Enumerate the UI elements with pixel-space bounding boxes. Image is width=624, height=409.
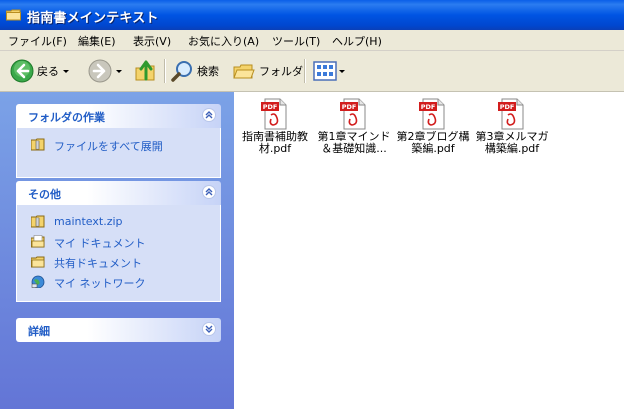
other-places-body: maintext.zip マイ ドキュメント 共有ドキュメント マイ ネットワー… xyxy=(16,205,221,302)
up-folder-button[interactable] xyxy=(134,58,158,84)
svg-text:PDF: PDF xyxy=(421,103,436,111)
folder-tasks-title: フォルダの作業 xyxy=(28,111,105,124)
file-item[interactable]: PDF 指南書補助教材.pdf xyxy=(235,98,315,155)
pdf-icon: PDF xyxy=(419,98,445,130)
file-item[interactable]: PDF 第3章メルマガ構築編.pdf xyxy=(472,98,552,155)
pdf-icon: PDF xyxy=(340,98,366,130)
expand-chevron-icon[interactable] xyxy=(202,322,216,336)
window-title: 指南書メインテキスト xyxy=(27,11,159,26)
folder-tasks-header[interactable]: フォルダの作業 xyxy=(16,104,221,128)
views-button[interactable] xyxy=(313,58,345,84)
place-label: maintext.zip xyxy=(54,215,123,228)
details-panel: 詳細 xyxy=(16,318,221,342)
title-bar[interactable]: 指南書メインテキスト xyxy=(0,0,624,30)
folder-tasks-body: ファイルをすべて展開 xyxy=(16,128,221,178)
toolbar: 戻る 検索 フォルダ xyxy=(0,51,624,92)
file-item[interactable]: PDF 第1章マインド＆基礎知識... xyxy=(314,98,394,155)
other-places-panel: その他 maintext.zip マイ ドキュメント 共有ドキュメント マイ ネ… xyxy=(16,181,221,302)
menu-help[interactable]: ヘルプ(H) xyxy=(332,33,382,49)
menu-bar: ファイル(F) 編集(E) 表示(V) お気に入り(A) ツール(T) ヘルプ(… xyxy=(0,30,624,51)
folder-icon xyxy=(6,9,21,21)
other-places-title: その他 xyxy=(28,188,61,201)
task-pane: フォルダの作業 ファイルをすべて展開 その他 maintext.zip マイ ド… xyxy=(0,92,234,409)
place-label: マイ ネットワーク xyxy=(54,277,146,290)
shared-documents-icon xyxy=(31,256,45,268)
place-shared-documents[interactable]: 共有ドキュメント xyxy=(17,251,220,271)
toolbar-separator xyxy=(164,59,166,83)
place-maintext-zip[interactable]: maintext.zip xyxy=(17,211,220,231)
svg-text:PDF: PDF xyxy=(342,103,357,111)
file-name: 第3章メルマガ構築編.pdf xyxy=(475,131,549,155)
toolbar-separator xyxy=(304,59,306,83)
task-extract-all[interactable]: ファイルをすべて展開 xyxy=(17,134,220,154)
search-icon xyxy=(171,61,192,82)
details-header[interactable]: 詳細 xyxy=(16,318,221,342)
svg-text:PDF: PDF xyxy=(263,103,278,111)
place-label: 共有ドキュメント xyxy=(54,257,142,270)
folders-label: フォルダ xyxy=(259,65,303,78)
menu-view[interactable]: 表示(V) xyxy=(133,33,171,49)
pdf-icon: PDF xyxy=(261,98,287,130)
file-name: 第1章マインド＆基礎知識... xyxy=(317,131,391,155)
svg-text:PDF: PDF xyxy=(500,103,515,111)
search-button[interactable]: 検索 xyxy=(170,58,219,84)
task-label: ファイルをすべて展開 xyxy=(54,140,163,153)
back-dropdown-icon[interactable] xyxy=(63,69,69,73)
collapse-chevron-icon[interactable] xyxy=(202,185,216,199)
search-label: 検索 xyxy=(197,65,219,78)
my-network-icon xyxy=(31,275,45,288)
menu-favorites[interactable]: お気に入り(A) xyxy=(188,33,259,49)
collapse-chevron-icon[interactable] xyxy=(202,108,216,122)
other-places-header[interactable]: その他 xyxy=(16,181,221,205)
back-button[interactable]: 戻る xyxy=(10,58,69,84)
forward-button[interactable] xyxy=(88,58,122,84)
folders-icon xyxy=(233,64,255,79)
back-arrow-icon xyxy=(10,59,34,83)
place-label: マイ ドキュメント xyxy=(54,237,146,250)
details-title: 詳細 xyxy=(28,325,50,338)
pdf-icon: PDF xyxy=(498,98,524,130)
back-label: 戻る xyxy=(37,65,59,78)
file-list-view[interactable]: PDF 指南書補助教材.pdf PDF 第1章マインド＆基礎知識... PDF … xyxy=(234,92,624,409)
views-dropdown-icon[interactable] xyxy=(339,69,345,73)
file-name: 第2章ブログ構築編.pdf xyxy=(396,131,470,155)
place-my-network[interactable]: マイ ネットワーク xyxy=(17,271,220,291)
forward-arrow-icon xyxy=(88,59,112,83)
menu-file[interactable]: ファイル(F) xyxy=(8,33,67,49)
zip-extract-icon xyxy=(31,138,45,151)
place-my-documents[interactable]: マイ ドキュメント xyxy=(17,231,220,251)
menu-edit[interactable]: 編集(E) xyxy=(78,33,116,49)
file-item[interactable]: PDF 第2章ブログ構築編.pdf xyxy=(393,98,473,155)
up-folder-icon xyxy=(135,60,155,81)
folder-tasks-panel: フォルダの作業 ファイルをすべて展開 xyxy=(16,104,221,178)
zip-folder-icon xyxy=(31,215,45,228)
views-icon xyxy=(313,61,337,81)
menu-tools[interactable]: ツール(T) xyxy=(272,33,320,49)
forward-dropdown-icon[interactable] xyxy=(116,69,122,73)
file-name: 指南書補助教材.pdf xyxy=(242,131,308,155)
folders-button[interactable]: フォルダ xyxy=(232,58,303,84)
my-documents-icon xyxy=(31,235,45,248)
